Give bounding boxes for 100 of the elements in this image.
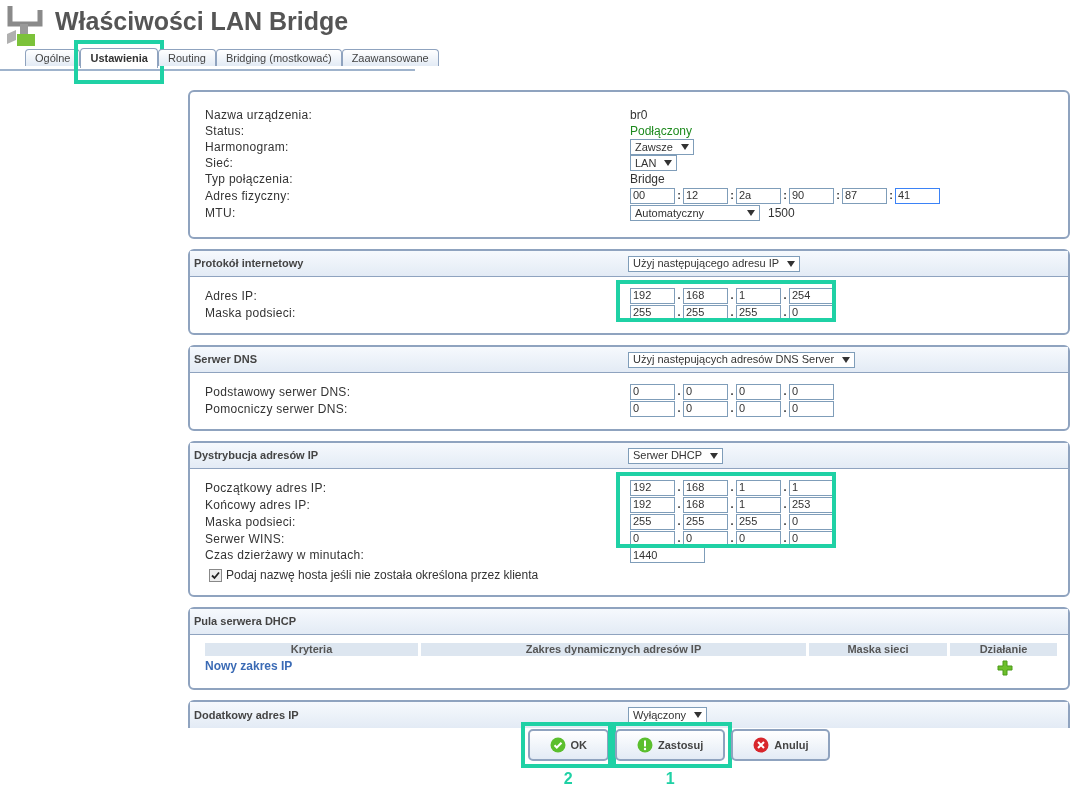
- octet-field[interactable]: 0: [789, 400, 834, 417]
- field-label: Status:: [205, 123, 246, 139]
- panel-title: Serwer DNS: [194, 352, 258, 368]
- octet-field[interactable]: 0: [736, 530, 781, 547]
- separator-text: .: [729, 497, 735, 513]
- add-icon[interactable]: [997, 660, 1013, 676]
- step-number: 2: [563, 770, 573, 788]
- column-header: Kryteria: [205, 643, 418, 656]
- field-label: Końcowy adres IP:: [205, 496, 312, 513]
- octet-field[interactable]: 255: [630, 304, 675, 321]
- octet-field[interactable]: 0: [683, 400, 728, 417]
- lease-time-field[interactable]: 1440: [630, 547, 705, 563]
- octet-field[interactable]: 00: [630, 187, 675, 204]
- dropdown[interactable]: Zawsze: [630, 139, 694, 155]
- check-icon: [549, 737, 566, 753]
- octet-field[interactable]: 255: [630, 513, 675, 530]
- octet-field[interactable]: 254: [789, 287, 834, 304]
- separator-text: :: [782, 188, 788, 204]
- octet-field[interactable]: 87: [842, 187, 887, 204]
- separator-text: .: [729, 514, 735, 530]
- octet-field[interactable]: 0: [789, 513, 834, 530]
- caret-icon: [747, 210, 755, 216]
- separator-text: .: [676, 480, 682, 496]
- dropdown[interactable]: LAN: [630, 155, 678, 171]
- action-button[interactable]: OK: [527, 729, 609, 761]
- octet-field[interactable]: 1: [736, 479, 781, 496]
- octet-field[interactable]: 192: [630, 479, 675, 496]
- dropdown[interactable]: Serwer DHCP: [628, 447, 724, 464]
- separator-text: .: [782, 401, 788, 417]
- field-label: Maska podsieci:: [205, 304, 297, 321]
- exclamation-icon: [637, 737, 653, 753]
- separator-text: .: [782, 531, 788, 547]
- octet-field[interactable]: 2a: [736, 187, 781, 204]
- octet-field[interactable]: 1: [789, 479, 834, 496]
- new-range-link[interactable]: Nowy zakres IP: [205, 657, 293, 675]
- field-label: Adres IP:: [205, 287, 259, 304]
- field-label: MTU:: [205, 205, 237, 221]
- caret-icon: [694, 712, 703, 718]
- close-icon: [753, 737, 770, 753]
- octet-field[interactable]: 168: [683, 479, 728, 496]
- field-label: Podstawowy serwer DNS:: [205, 383, 352, 400]
- octet-field[interactable]: 0: [789, 383, 834, 400]
- separator-text: .: [729, 531, 735, 547]
- checkbox[interactable]: [209, 568, 222, 582]
- octet-field[interactable]: 255: [736, 304, 781, 321]
- octet-field[interactable]: 12: [683, 187, 728, 204]
- octet-field[interactable]: 0: [789, 530, 834, 547]
- octet-field[interactable]: 168: [683, 496, 728, 513]
- action-button[interactable]: Anuluj: [731, 729, 831, 761]
- column-header: Działanie: [950, 643, 1057, 656]
- octet-field[interactable]: 0: [683, 530, 728, 547]
- tab[interactable]: Routing: [157, 49, 216, 66]
- octet-field[interactable]: 0: [789, 304, 834, 321]
- octet-field[interactable]: 0: [736, 383, 781, 400]
- octet-field[interactable]: 0: [736, 400, 781, 417]
- action-button[interactable]: Zastosuj: [615, 729, 726, 761]
- field-label: Pomocniczy serwer DNS:: [205, 400, 349, 417]
- step-number: 1: [665, 770, 675, 788]
- tab[interactable]: Ogólne: [25, 49, 81, 66]
- octet-field[interactable]: 0: [630, 383, 675, 400]
- dropdown[interactable]: Automatyczny: [630, 205, 760, 221]
- octet-field[interactable]: 192: [630, 287, 675, 304]
- separator-text: .: [676, 288, 682, 304]
- octet-field[interactable]: 90: [789, 187, 834, 204]
- octet-field[interactable]: 192: [630, 496, 675, 513]
- dropdown[interactable]: Wyłączony: [628, 707, 708, 723]
- octet-field[interactable]: 0: [630, 530, 675, 547]
- separator-text: :: [835, 188, 841, 204]
- caret-icon: [787, 260, 796, 267]
- value-text: Bridge: [630, 171, 665, 187]
- separator-text: .: [729, 384, 735, 400]
- field-label: Harmonogram:: [205, 139, 290, 155]
- octet-field[interactable]: 168: [683, 287, 728, 304]
- separator-text: .: [676, 514, 682, 530]
- dropdown[interactable]: Użyj następujących adresów DNS Server: [628, 351, 856, 368]
- separator-text: .: [782, 384, 788, 400]
- separator-text: .: [782, 480, 788, 496]
- field-label: Początkowy adres IP:: [205, 479, 328, 496]
- caret-icon: [680, 144, 689, 150]
- tab[interactable]: Zaawansowane: [341, 49, 439, 66]
- separator-text: :: [676, 188, 682, 204]
- octet-field[interactable]: 255: [683, 304, 728, 321]
- octet-field[interactable]: 1: [736, 287, 781, 304]
- column-header: Maska sieci: [809, 643, 947, 656]
- octet-field[interactable]: 0: [683, 383, 728, 400]
- separator-text: .: [676, 497, 682, 513]
- octet-field[interactable]: 255: [736, 513, 781, 530]
- separator-text: .: [782, 514, 788, 530]
- octet-field[interactable]: 255: [683, 513, 728, 530]
- octet-field[interactable]: 253: [789, 496, 834, 513]
- page-title: Właściwości LAN Bridge: [55, 5, 349, 37]
- octet-field[interactable]: 0: [630, 400, 675, 417]
- dropdown[interactable]: Użyj następującego adresu IP: [628, 255, 801, 272]
- tab[interactable]: Bridging (mostkować): [215, 49, 342, 66]
- separator-text: .: [729, 480, 735, 496]
- separator-text: .: [676, 305, 682, 321]
- separator-text: .: [676, 401, 682, 417]
- octet-field[interactable]: 41: [895, 187, 940, 204]
- octet-field[interactable]: 1: [736, 496, 781, 513]
- tab[interactable]: Ustawienia: [80, 47, 158, 68]
